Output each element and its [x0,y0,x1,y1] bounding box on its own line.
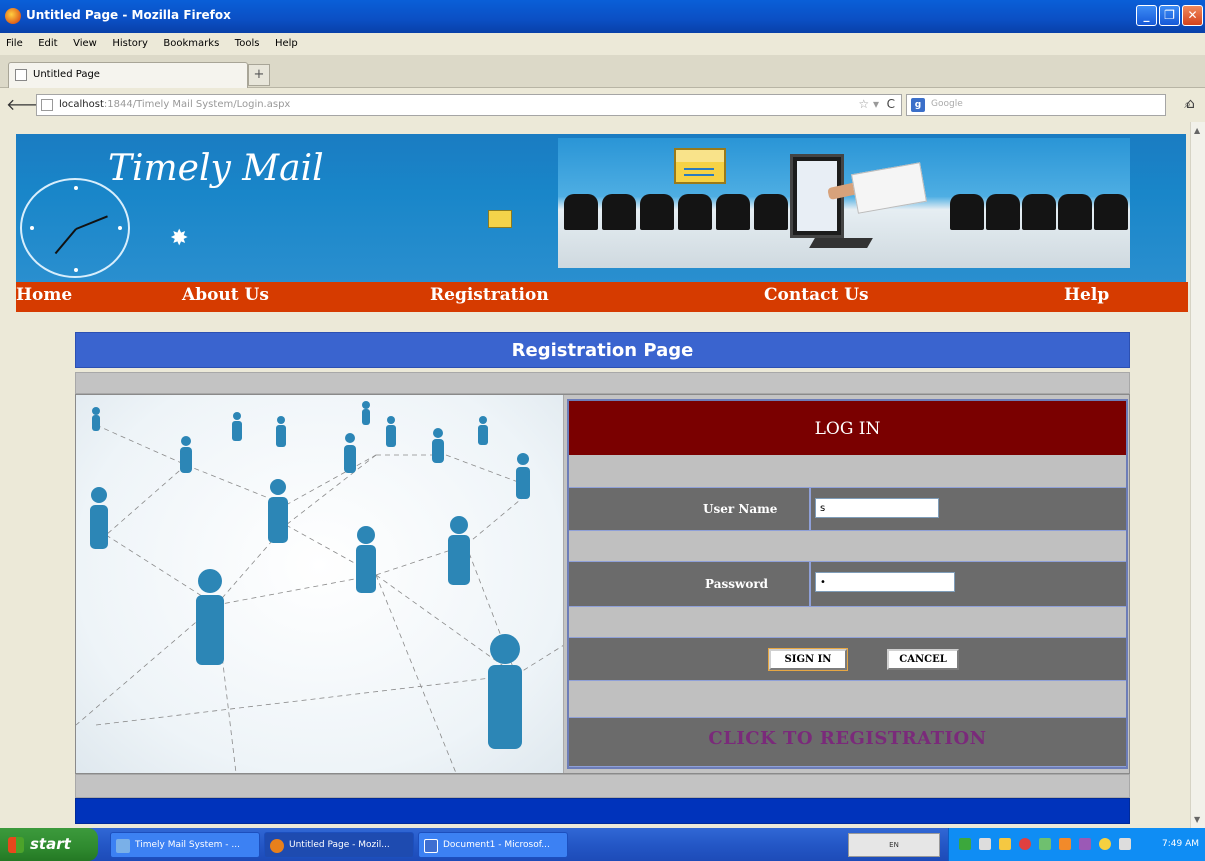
navigation-toolbar: 🡐 localhost:1844/Timely Mail System/Logi… [0,88,1205,122]
search-bar[interactable]: g Google ⌕ [906,94,1191,116]
window-title-bar[interactable]: Untitled Page - Mozilla Firefox _ ❐ ✕ [0,0,1205,33]
menu-bookmarks[interactable]: Bookmarks [157,33,225,49]
window-title: Untitled Page - Mozilla Firefox [26,8,231,22]
language-bar[interactable]: EN [848,833,940,857]
tray-icon[interactable] [1059,838,1071,850]
site-identity-icon[interactable] [41,99,53,111]
page-footer [75,798,1130,824]
button-row: SIGN IN CANCEL [569,637,1126,681]
envelope-icon [674,148,726,184]
people-network-image [76,395,564,773]
taskbar-item-timely-mail[interactable]: Timely Mail System - ... [110,832,260,858]
tab-strip: Untitled Page + [0,55,1205,88]
taskbar-item-word[interactable]: Document1 - Microsof... [418,832,568,858]
content-frame: LOG IN User Name Password SIGN IN CANCEL [75,394,1130,774]
menu-help[interactable]: Help [269,33,304,49]
nav-registration[interactable]: Registration [430,285,549,305]
page-viewport: Timely Mail ✸ Home About Us Registration… [0,122,1190,828]
url-bar[interactable]: localhost:1844/Timely Mail System/Login.… [36,94,902,116]
username-row: User Name [569,487,1126,531]
login-heading: LOG IN [814,419,881,439]
nav-home[interactable]: Home [16,285,72,305]
site-banner: Timely Mail ✸ [16,134,1186,282]
tray-icon[interactable] [1079,838,1091,850]
folder-icon [116,839,130,853]
star-icon: ✸ [170,226,189,251]
cancel-button[interactable]: CANCEL [887,649,959,670]
separator-strip [75,372,1130,394]
nav-about-us[interactable]: About Us [182,285,269,305]
scroll-up-icon[interactable]: ▲ [1194,126,1200,135]
tray-icon[interactable] [999,838,1011,850]
reload-icon[interactable]: C [887,97,895,111]
taskbar-item-firefox[interactable]: Untitled Page - Mozil... [264,832,414,858]
tray-icon[interactable] [979,838,991,850]
username-input[interactable] [815,498,939,518]
nav-contact-us[interactable]: Contact Us [764,285,869,305]
site-nav: Home About Us Registration Contact Us He… [16,282,1188,312]
register-link[interactable]: CLICK TO REGISTRATION [569,728,1126,749]
register-row: CLICK TO REGISTRATION [569,717,1126,767]
word-icon [424,839,438,853]
bookmark-star-icon[interactable]: ☆ ▾ [858,97,879,111]
password-input[interactable] [815,572,955,592]
tab-untitled-page[interactable]: Untitled Page [8,62,248,88]
banner-photo [558,138,1130,268]
google-icon[interactable]: g [911,98,925,112]
tray-icon[interactable] [1039,838,1051,850]
tray-icon[interactable] [1099,838,1111,850]
site-title: Timely Mail [108,148,324,189]
menu-edit[interactable]: Edit [32,33,63,49]
maximize-button[interactable]: ❐ [1159,5,1180,26]
login-header: LOG IN [569,401,1126,455]
panel-title: Registration Page [511,340,694,361]
tray-icon[interactable] [1019,838,1031,850]
clock-graphic [20,178,130,278]
registration-page-header: Registration Page [75,332,1130,368]
login-form: LOG IN User Name Password SIGN IN CANCEL [567,399,1128,769]
menu-history[interactable]: History [106,33,154,49]
bottom-separator-strip [75,774,1130,798]
menu-file[interactable]: File [0,33,29,49]
close-button[interactable]: ✕ [1182,5,1203,26]
home-icon[interactable]: ⌂ [1186,96,1195,112]
new-tab-button[interactable]: + [248,64,270,86]
nav-help[interactable]: Help [1064,285,1109,305]
scroll-down-icon[interactable]: ▼ [1194,815,1200,824]
firefox-icon [270,839,284,853]
taskbar: start Timely Mail System - ... Untitled … [0,828,1205,861]
network-icon[interactable] [959,838,971,850]
menu-tools[interactable]: Tools [229,33,266,49]
volume-icon[interactable] [1119,838,1131,850]
taskbar-clock: 7:49 AM [1162,839,1199,849]
password-label: Password [705,577,769,591]
sign-in-button[interactable]: SIGN IN [769,649,847,670]
windows-flag-icon [8,837,24,853]
mail-icon [488,210,512,228]
letter-graphic [851,162,927,214]
minimize-button[interactable]: _ [1136,5,1157,26]
system-tray: 7:49 AM [948,828,1205,861]
menu-bar: File Edit View History Bookmarks Tools H… [0,33,1205,55]
firefox-icon [5,8,21,24]
search-placeholder: Google [931,99,963,109]
menu-view[interactable]: View [67,33,103,49]
page-icon [15,69,27,81]
username-label: User Name [703,502,778,516]
back-arrow-icon[interactable]: 🡐 [6,94,49,116]
url-text[interactable]: localhost:1844/Timely Mail System/Login.… [59,99,290,110]
start-button[interactable]: start [0,828,98,861]
password-row: Password [569,561,1126,607]
vertical-scrollbar[interactable]: ▲ ▼ [1190,122,1205,828]
tab-label: Untitled Page [33,69,100,80]
